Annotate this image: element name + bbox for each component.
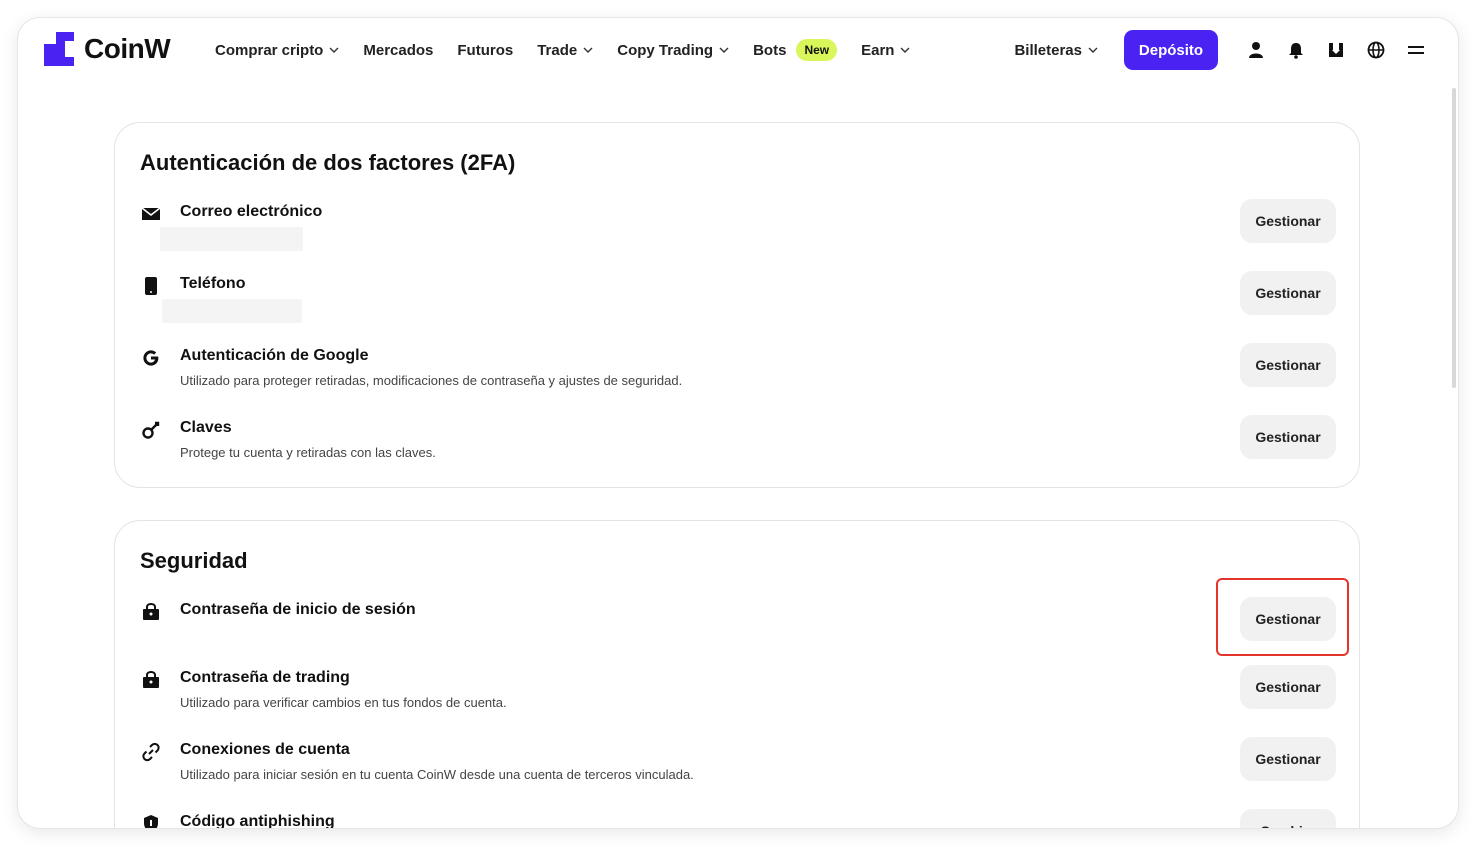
manage-email-button[interactable]: Gestionar (1240, 199, 1336, 243)
section-title: Seguridad (140, 548, 248, 573)
chevron-down-icon (900, 47, 910, 53)
nav-label: Trade (537, 41, 578, 59)
row-google-auth: Autenticación de Google Utilizado para p… (140, 343, 1336, 397)
phone-icon (140, 275, 162, 297)
two-factor-card: Autenticación de dos factores (2FA) Corr… (114, 122, 1360, 488)
manage-account-connections-button[interactable]: Gestionar (1240, 737, 1336, 781)
nav-futuros[interactable]: Futuros (457, 42, 513, 59)
user-icon[interactable] (1236, 30, 1276, 70)
nav-label: Earn (861, 41, 895, 59)
lock-icon (140, 669, 162, 691)
nav-label: Futuros (457, 41, 514, 59)
nav-earn[interactable]: Earn (861, 42, 910, 59)
section-title: Autenticación de dos factores (2FA) (140, 150, 516, 175)
change-antiphishing-button[interactable]: Cambiar (1240, 809, 1336, 828)
row-claves: Claves Protege tu cuenta y retiradas con… (140, 415, 1336, 469)
row-description: Utilizado para verificar cambios en tus … (180, 695, 507, 710)
globe-icon[interactable] (1356, 30, 1396, 70)
mail-icon (140, 203, 162, 225)
row-trading-password: Contraseña de trading Utilizado para ver… (140, 665, 1336, 719)
masked-email-value (160, 227, 303, 251)
header-actions: Billeteras Depósito (1014, 18, 1436, 82)
nav-bots[interactable]: Bots New (753, 39, 838, 61)
row-description: Utilizado para iniciar sesión en tu cuen… (180, 767, 694, 782)
nav-copy-trading[interactable]: Copy Trading (617, 42, 729, 59)
menu-icon[interactable] (1396, 30, 1436, 70)
chevron-down-icon (1088, 47, 1098, 53)
row-title: Código antiphishing (180, 813, 335, 828)
security-card: Seguridad Contraseña de inicio de sesión… (114, 520, 1360, 828)
row-title: Autenticación de Google (180, 347, 369, 364)
row-title: Contraseña de trading (180, 669, 350, 686)
shield-icon (140, 813, 162, 828)
highlight-box (1216, 578, 1349, 656)
chevron-down-icon (329, 47, 339, 53)
nav-label: Billeteras (1014, 41, 1082, 59)
manage-trading-password-button[interactable]: Gestionar (1240, 665, 1336, 709)
row-description: Utilizado para proteger retiradas, modif… (180, 373, 683, 388)
chevron-down-icon (583, 47, 593, 53)
chevron-down-icon (719, 47, 729, 53)
row-account-connections: Conexiones de cuenta Utilizado para inic… (140, 737, 1336, 791)
manage-phone-button[interactable]: Gestionar (1240, 271, 1336, 315)
nav-label: Mercados (363, 41, 434, 59)
deposit-button[interactable]: Depósito (1124, 30, 1218, 70)
link-icon (140, 741, 162, 763)
coinw-logo-icon (44, 32, 74, 66)
row-login-password: Contraseña de inicio de sesión Gestionar (140, 597, 1336, 651)
top-navigation: CoinW Comprar cripto Mercados Futuros Tr… (18, 18, 1458, 82)
google-icon (140, 347, 162, 369)
row-title: Conexiones de cuenta (180, 741, 350, 758)
browser-window: CoinW Comprar cripto Mercados Futuros Tr… (18, 18, 1458, 828)
download-icon[interactable] (1316, 30, 1356, 70)
row-title: Claves (180, 419, 232, 436)
row-correo: Correo electrónico Gestionar (140, 199, 1336, 253)
nav-mercados[interactable]: Mercados (363, 42, 433, 59)
key-icon (140, 419, 162, 441)
row-title: Correo electrónico (180, 203, 323, 220)
manage-keys-button[interactable]: Gestionar (1240, 415, 1336, 459)
nav-label: Copy Trading (617, 41, 714, 59)
row-antiphishing: Código antiphishing Cambiar (140, 809, 1336, 828)
nav-billeteras[interactable]: Billeteras (1014, 42, 1098, 59)
nav-trade[interactable]: Trade (537, 42, 593, 59)
brand-name: CoinW (84, 33, 171, 64)
masked-phone-value (162, 299, 302, 323)
bell-icon[interactable] (1276, 30, 1316, 70)
row-title: Contraseña de inicio de sesión (180, 601, 416, 618)
row-title: Teléfono (180, 275, 246, 292)
scrollbar[interactable] (1452, 88, 1456, 388)
new-badge: New (796, 39, 838, 61)
row-description: Protege tu cuenta y retiradas con las cl… (180, 445, 436, 460)
nav-label: Bots (753, 41, 787, 59)
nav-comprar-cripto[interactable]: Comprar cripto (215, 42, 339, 59)
brand-logo[interactable]: CoinW (44, 32, 171, 66)
lock-icon (140, 601, 162, 623)
nav-label: Comprar cripto (215, 41, 324, 59)
row-telefono: Teléfono Gestionar (140, 271, 1336, 325)
manage-google-auth-button[interactable]: Gestionar (1240, 343, 1336, 387)
main-nav: Comprar cripto Mercados Futuros Trade Co… (215, 18, 934, 82)
